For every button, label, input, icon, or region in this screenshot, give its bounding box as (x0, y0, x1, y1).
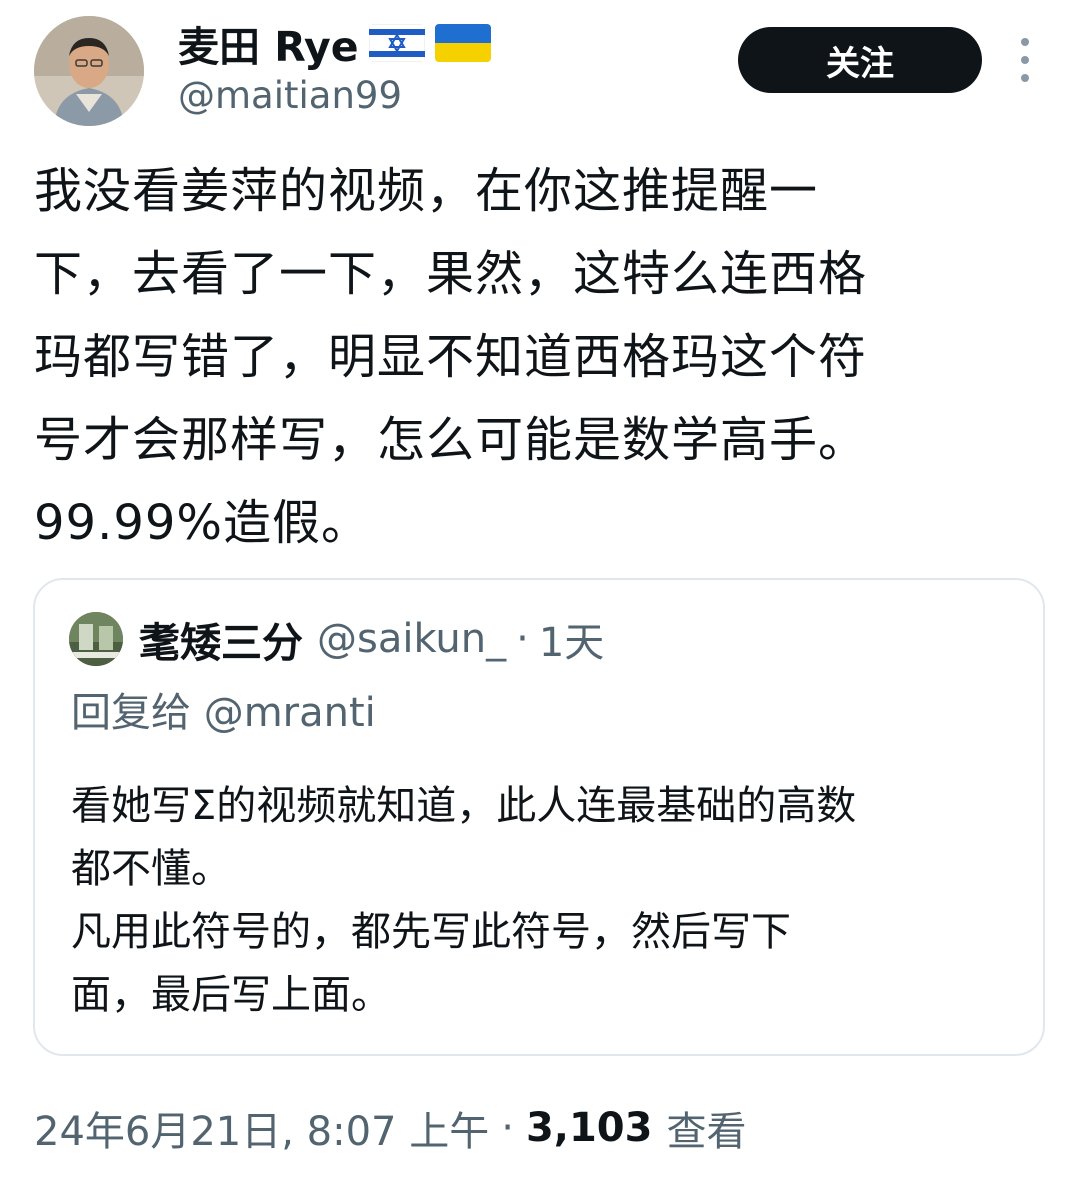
quoted-author-avatar[interactable] (69, 612, 123, 666)
quoted-tweet-card[interactable]: 耄矮三分 @saikun_ · 1天 回复给 @mranti 看她写Σ的视频就知… (33, 578, 1045, 1056)
views-count: 3,103 (525, 1105, 653, 1151)
israel-flag-icon (368, 24, 425, 62)
tweet-text-line: 99.99%造假。 (34, 495, 371, 551)
quoted-text-line: 看她写Σ的视频就知道，此人连最基础的高数 (71, 783, 857, 829)
separator-dot: · (516, 616, 529, 662)
more-dot (1021, 74, 1029, 82)
more-dot (1021, 38, 1029, 46)
author-handle[interactable]: @maitian99 (178, 74, 402, 117)
tweet-text-line: 玛都写错了，明显不知道西格玛这个符 (34, 329, 868, 385)
tweet-text-line: 下，去看了一下，果然，这特么连西格 (34, 246, 868, 302)
tweet-meta: 24年6月21日, 8:07 上午 · 3,103 查看 (34, 1100, 746, 1156)
reply-to-handle[interactable]: @mranti (204, 690, 376, 736)
quoted-tweet-text: 看她写Σ的视频就知道，此人连最基础的高数 都不懂。 凡用此符号的，都先写此符号，… (71, 775, 1031, 1027)
author-avatar[interactable] (34, 16, 144, 126)
more-vertical-icon[interactable] (1012, 38, 1038, 82)
tweet-text: 我没看姜萍的视频，在你这推提醒一 下，去看了一下，果然，这特么连西格 玛都写错了… (34, 150, 1034, 565)
quoted-author-handle[interactable]: @saikun_ (317, 616, 506, 662)
reply-to-line: 回复给 @mranti (71, 680, 376, 738)
quoted-text-line: 面，最后写上面。 (71, 972, 391, 1018)
quoted-tweet-time[interactable]: 1天 (539, 610, 604, 668)
more-dot (1021, 56, 1029, 64)
quoted-tweet-header: 耄矮三分 @saikun_ · 1天 (69, 610, 604, 668)
quoted-author-name[interactable]: 耄矮三分 (139, 609, 303, 669)
follow-button[interactable]: 关注 (738, 27, 982, 93)
quoted-text-line: 都不懂。 (71, 846, 231, 892)
author-display-name[interactable]: 麦田 Rye (178, 13, 359, 73)
views-label: 查看 (666, 1109, 747, 1155)
ukraine-flag-icon (434, 24, 491, 62)
separator-dot: · (501, 1105, 514, 1151)
author-name-row: 麦田 Rye (178, 14, 491, 72)
tweet-timestamp[interactable]: 24年6月21日, 8:07 上午 (34, 1099, 489, 1157)
tweet-text-line: 我没看姜萍的视频，在你这推提醒一 (34, 163, 819, 219)
reply-to-label: 回复给 (71, 690, 191, 736)
tweet-text-line: 号才会那样写，怎么可能是数学高手。 (34, 412, 868, 468)
quoted-text-line: 凡用此符号的，都先写此符号，然后写下 (71, 909, 791, 955)
avatar-image (34, 16, 144, 126)
